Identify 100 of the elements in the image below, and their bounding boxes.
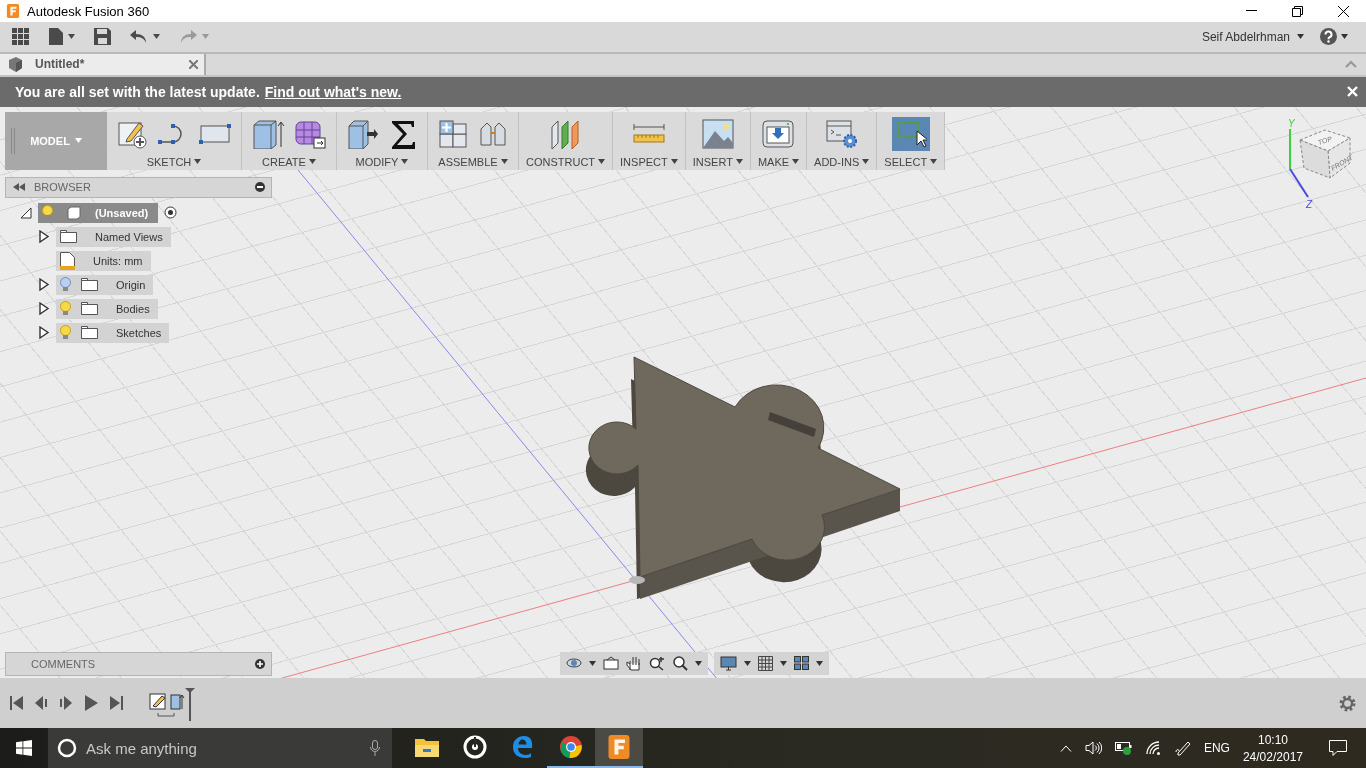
clock[interactable]: 10:10 24/02/2017 [1242, 732, 1303, 764]
toolbar-menu[interactable]: ADD-INS [814, 155, 870, 168]
taskbar-app[interactable] [595, 728, 643, 768]
image-icon[interactable] [701, 118, 734, 149]
document-tab[interactable]: Untitled* [0, 53, 206, 75]
browser-item[interactable]: Sketches [56, 322, 170, 343]
add-comment-icon[interactable] [255, 658, 265, 669]
next-step-icon[interactable] [60, 696, 73, 711]
viewports-icon[interactable] [794, 656, 809, 671]
microphone-icon[interactable] [370, 740, 380, 756]
toolbar-menu[interactable]: CREATE [262, 155, 316, 168]
3d-model-drawing[interactable] [585, 356, 901, 599]
fit-zoom-icon[interactable] [672, 655, 688, 672]
caret-icon[interactable] [68, 34, 75, 40]
toolbar-menu[interactable]: INSPECT [620, 155, 678, 168]
scripts-gear-icon[interactable] [825, 118, 858, 149]
apps-grid-icon[interactable] [12, 27, 30, 46]
origin-point-icon [629, 575, 645, 584]
collapse-panel-icon[interactable] [13, 183, 25, 192]
press-pull-icon[interactable] [347, 118, 379, 149]
toolbar-menu[interactable]: SKETCH [146, 155, 202, 168]
caret-icon[interactable] [153, 34, 160, 40]
form-box-icon[interactable] [294, 118, 326, 149]
settings-icon[interactable] [1339, 694, 1356, 712]
help-icon[interactable] [1320, 28, 1337, 46]
caret-icon[interactable] [500, 159, 508, 165]
sketch-feature-icon[interactable] [149, 687, 195, 722]
caret-icon[interactable] [792, 159, 800, 165]
close-icon[interactable] [1337, 5, 1349, 17]
caret-icon[interactable] [1297, 34, 1304, 40]
folder-icon [81, 302, 98, 316]
toolbar-menu[interactable]: CONSTRUCT [526, 155, 606, 168]
caret-icon[interactable] [308, 159, 316, 165]
caret-icon[interactable] [862, 159, 870, 165]
undo-icon[interactable] [130, 29, 148, 44]
show-hidden-icons-icon[interactable] [1059, 744, 1072, 752]
toolbar-menu[interactable]: SELECT [884, 155, 938, 168]
whats-new-link[interactable]: Find out what's new. [264, 83, 402, 100]
restore-icon[interactable] [1291, 5, 1303, 17]
last-step-icon[interactable] [110, 696, 123, 711]
expand-arrow-icon[interactable] [38, 278, 50, 292]
extrude-icon[interactable] [252, 118, 284, 149]
user-menu[interactable]: Seif Abdelrhman [1201, 29, 1304, 44]
caret-icon[interactable] [780, 660, 787, 666]
zoom-icon[interactable] [649, 655, 665, 672]
battery-icon[interactable] [1114, 741, 1133, 755]
window-title: Autodesk Fusion 360 [27, 3, 150, 19]
disc-icon[interactable] [463, 735, 487, 759]
file-icon[interactable] [49, 28, 63, 46]
toolbar-menu[interactable]: MODIFY [355, 155, 409, 168]
save-icon[interactable] [94, 28, 111, 46]
caret-icon[interactable] [670, 159, 678, 165]
cortana-circle-icon[interactable] [57, 738, 77, 758]
start-icon[interactable] [16, 740, 32, 756]
monitor-icon[interactable] [720, 655, 737, 671]
expand-arrow-icon[interactable] [38, 302, 50, 316]
caret-icon[interactable] [930, 159, 938, 165]
caret-icon[interactable] [598, 159, 606, 165]
volume-icon[interactable] [1084, 741, 1102, 755]
wifi-icon[interactable] [1145, 741, 1162, 755]
caret-icon[interactable] [816, 660, 823, 666]
expand-arrow-icon[interactable] [38, 326, 50, 340]
app-logo-icon[interactable] [607, 735, 631, 759]
browser-item[interactable]: Bodies [56, 298, 158, 319]
minimize-icon[interactable] [1245, 10, 1257, 12]
look-at-icon[interactable] [603, 656, 619, 671]
caret-icon[interactable] [744, 660, 751, 666]
notifications-icon[interactable] [1329, 740, 1347, 756]
activate-radio-icon[interactable] [164, 206, 178, 220]
folder-icon[interactable] [415, 737, 439, 757]
3d-print-icon[interactable] [762, 118, 795, 149]
caret-icon[interactable] [1341, 34, 1348, 40]
pen-icon[interactable] [1174, 740, 1191, 756]
component-icon [67, 205, 81, 220]
grip-handle[interactable] [11, 127, 15, 154]
caret-icon[interactable] [589, 660, 596, 666]
toolbar-menu[interactable]: ASSEMBLE [438, 155, 508, 168]
browser-item[interactable]: Named Views [56, 226, 171, 247]
toolbar-menu[interactable]: MAKE [757, 155, 800, 168]
expand-arrow-icon[interactable] [20, 206, 32, 219]
caret-icon[interactable] [401, 159, 409, 165]
caret-icon[interactable] [695, 660, 702, 666]
language-indicator[interactable]: ENG [1203, 741, 1230, 755]
rectangle-icon[interactable] [199, 122, 231, 145]
caret-icon[interactable] [194, 159, 202, 165]
pan-hand-icon[interactable] [626, 655, 642, 672]
search-field[interactable]: Ask me anything [48, 728, 392, 768]
expand-arrow-icon[interactable] [38, 230, 50, 244]
minimize-panel-icon[interactable] [255, 182, 265, 193]
browser-icon[interactable] [559, 735, 583, 759]
browser-item[interactable]: Units: mm [56, 250, 151, 271]
first-step-icon[interactable] [10, 696, 23, 711]
previous-step-icon[interactable] [35, 696, 48, 711]
new-component-icon[interactable] [438, 118, 468, 149]
browser-item[interactable]: Origin [56, 274, 154, 295]
sigma-icon[interactable] [389, 118, 417, 149]
grid-icon[interactable] [758, 655, 773, 671]
caret-icon[interactable] [735, 159, 743, 165]
toolbar-menu[interactable]: INSERT [692, 155, 743, 168]
play-icon[interactable] [85, 695, 98, 712]
